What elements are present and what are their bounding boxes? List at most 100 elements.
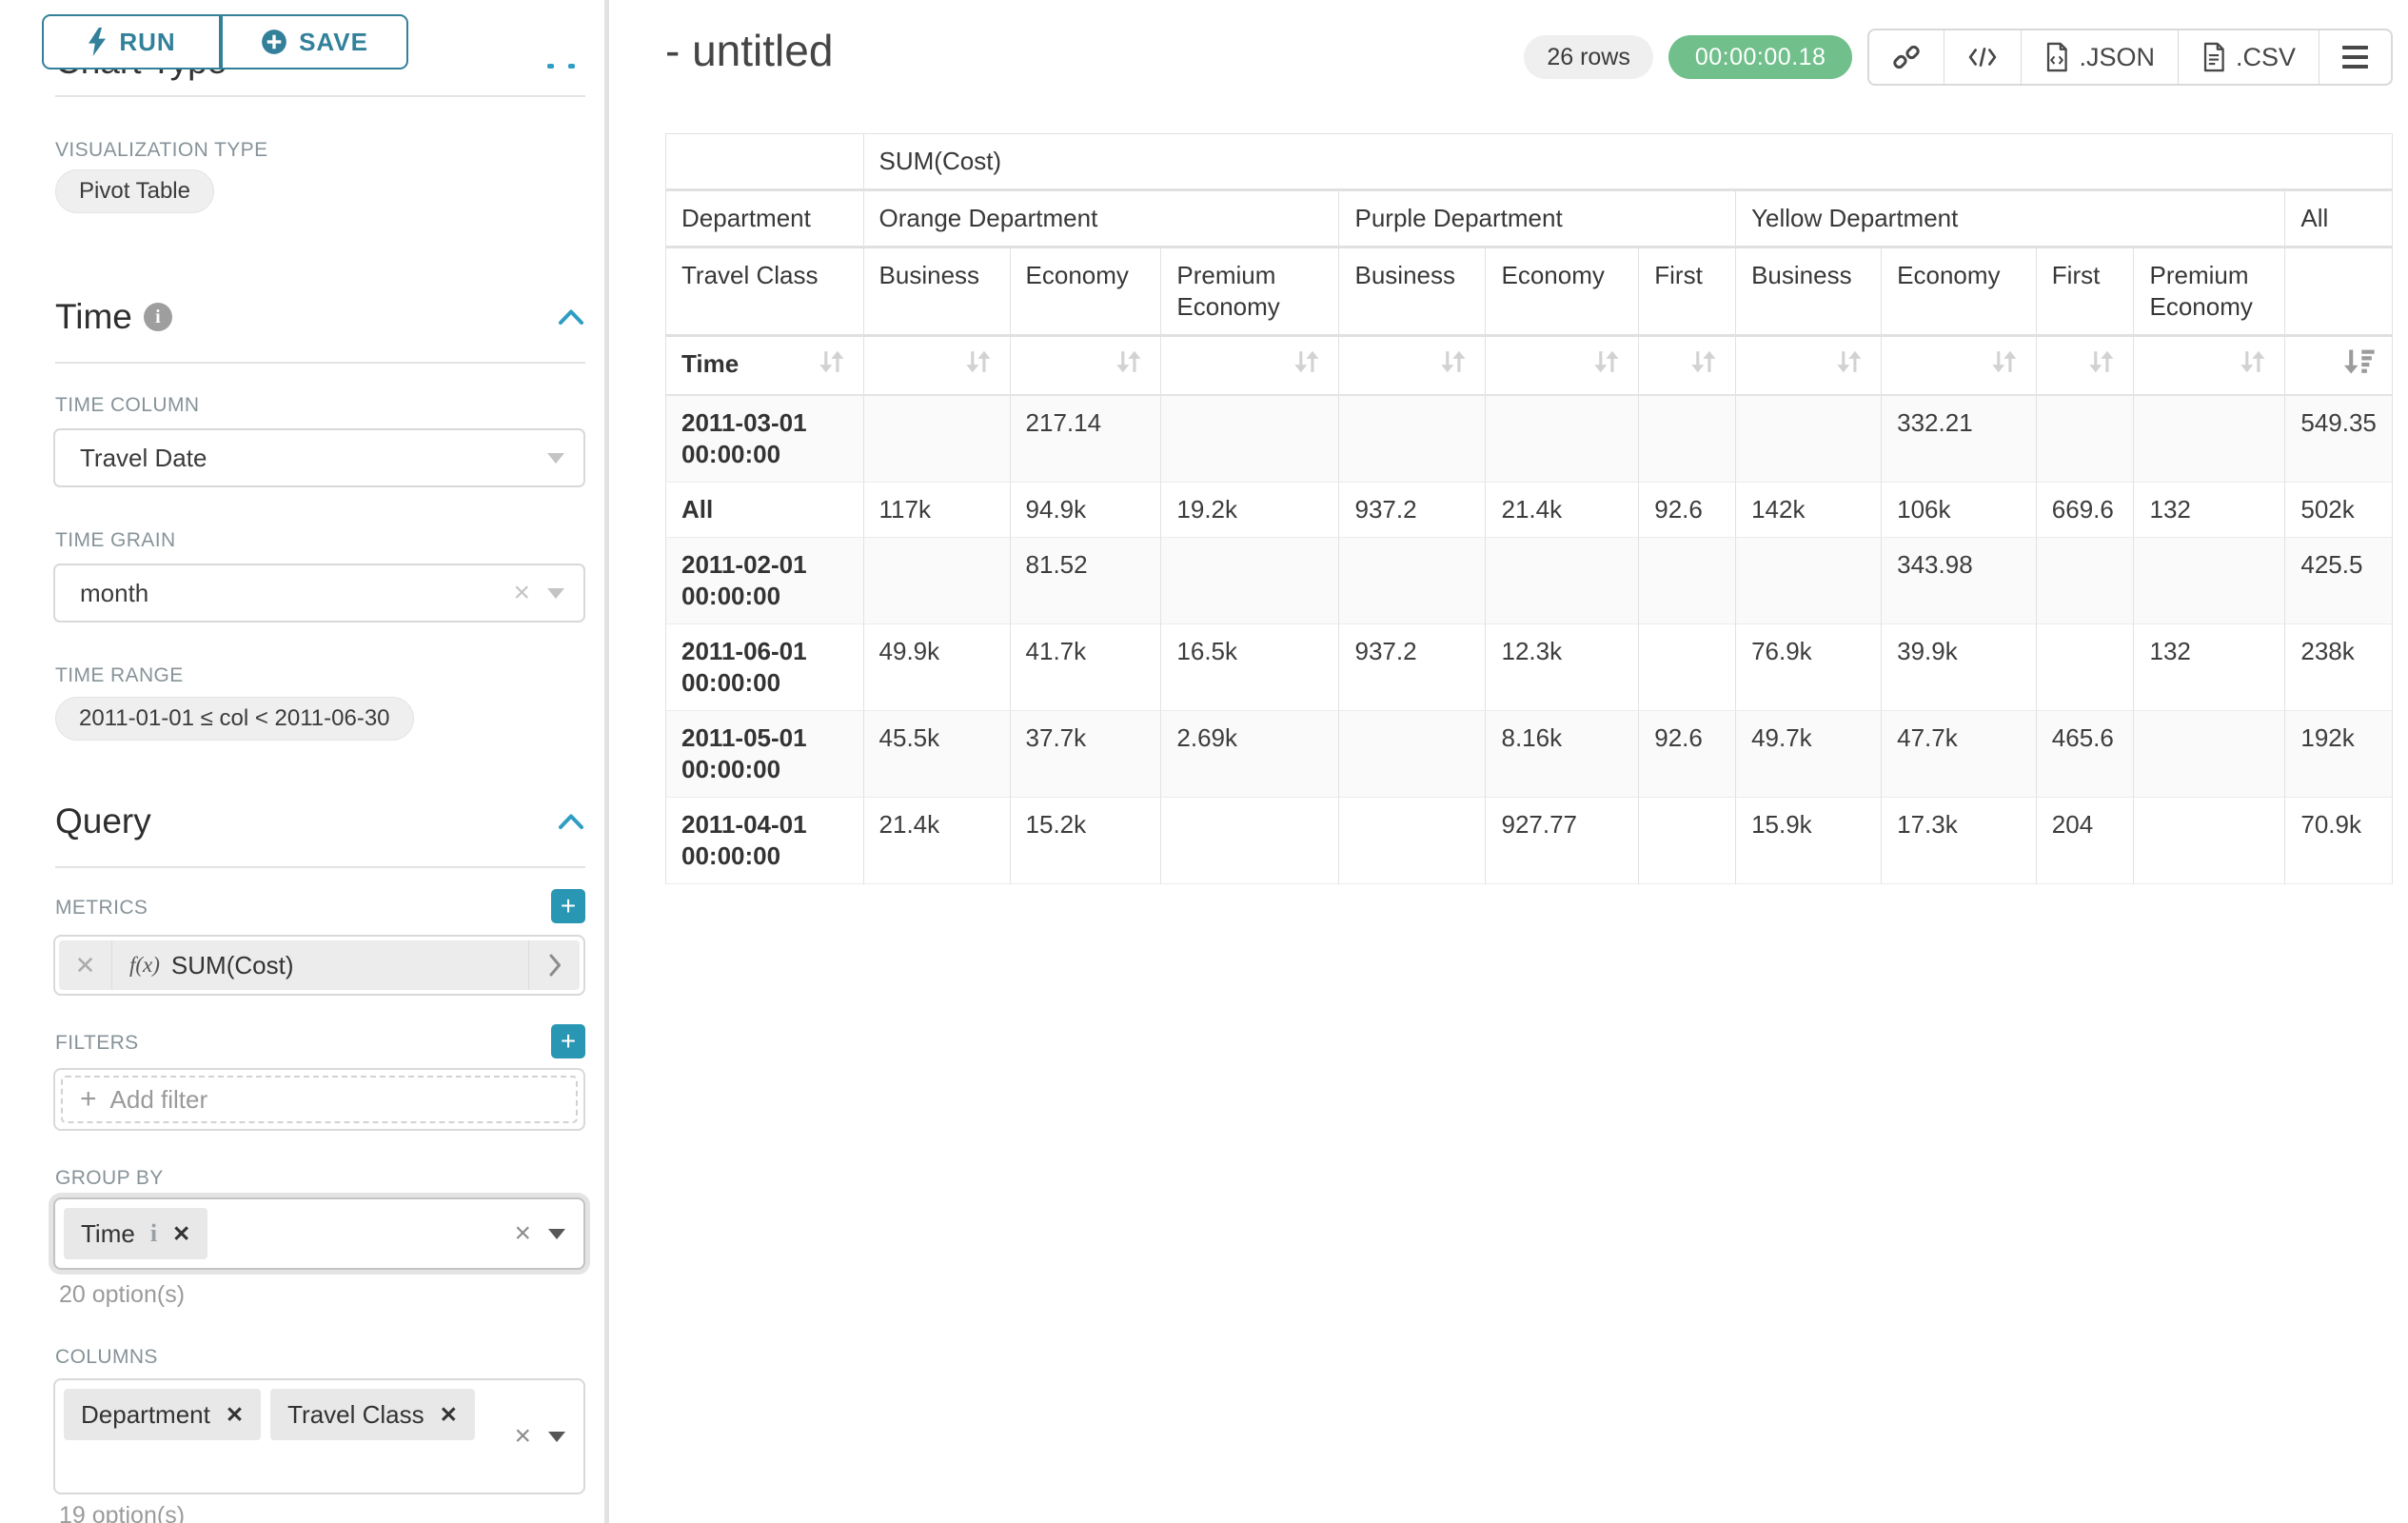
pivot-cell: 94.9k <box>1011 483 1162 538</box>
clear-icon[interactable]: × <box>514 1219 531 1248</box>
lightning-icon <box>87 28 108 56</box>
sort-descending-icon-cell[interactable] <box>2285 337 2393 396</box>
pivot-cell: 37.7k <box>1011 711 1162 798</box>
run-button[interactable]: RUN <box>42 14 221 69</box>
remove-metric-icon[interactable]: ✕ <box>59 940 112 990</box>
chart-title[interactable]: - untitled <box>665 25 833 76</box>
chart-menu-button[interactable] <box>2319 30 2391 84</box>
sort-toggle-icon[interactable] <box>1291 348 1323 383</box>
sort-toggle-icon-cell[interactable] <box>2134 337 2285 396</box>
copy-link-button[interactable] <box>1869 30 1944 84</box>
sort-toggle-icon[interactable] <box>2237 348 2269 383</box>
pivot-row-header: 2011-05-01 00:00:00 <box>666 711 864 798</box>
pivot-cell: 204 <box>2037 798 2135 884</box>
tag-label: Travel Class <box>287 1400 424 1430</box>
pivot-cell <box>1339 798 1486 884</box>
pivot-row: 2011-03-01 00:00:00217.14332.21549.35 <box>666 396 2393 483</box>
pivot-column-dimension-label: Department <box>666 191 864 248</box>
pivot-subcolumn-header <box>2285 248 2393 337</box>
plus-circle-icon <box>261 29 287 55</box>
control-panel-sidebar: Chart Type RUN SAVE VISUALIZATION TYPE P <box>0 0 604 1523</box>
pivot-column-group-header: Purple Department <box>1339 191 1736 248</box>
remove-tag-icon[interactable]: ✕ <box>226 1402 244 1428</box>
viz-type-pill[interactable]: Pivot Table <box>55 169 214 213</box>
divider <box>55 362 585 364</box>
sort-toggle-icon[interactable] <box>1590 348 1623 383</box>
add-metric-button[interactable]: + <box>551 889 585 923</box>
export-csv-button[interactable]: .CSV <box>2178 30 2319 84</box>
sort-toggle-icon[interactable] <box>962 348 995 383</box>
chart-header: - untitled 26 rows 00:00:00.18 <box>665 0 2393 133</box>
expand-metric-icon[interactable] <box>528 940 580 990</box>
pivot-subcolumn-header: Economy <box>1486 248 1639 337</box>
remove-tag-icon[interactable]: ✕ <box>440 1402 458 1428</box>
time-column-select[interactable]: Travel Date <box>53 428 585 487</box>
sort-toggle-icon[interactable] <box>1688 348 1720 383</box>
chevron-down-icon <box>547 453 564 464</box>
sort-toggle-icon-cell[interactable] <box>2037 337 2135 396</box>
save-button[interactable]: SAVE <box>221 14 408 69</box>
pivot-row-header: 2011-02-01 00:00:00 <box>666 538 864 624</box>
pivot-cell: 2.69k <box>1161 711 1339 798</box>
add-filter-dropzone[interactable]: + Add filter <box>61 1076 578 1123</box>
pivot-cell: 16.5k <box>1161 624 1339 711</box>
dimension-tag[interactable]: Department ✕ <box>64 1389 261 1440</box>
pivot-cell: 70.9k <box>2285 798 2393 884</box>
time-grain-select[interactable]: month × <box>53 564 585 623</box>
code-icon <box>1967 44 1998 70</box>
tag-label: Department <box>81 1400 210 1430</box>
chevron-up-icon[interactable] <box>557 307 585 326</box>
add-filter-plus-button[interactable]: + <box>551 1024 585 1058</box>
run-save-button-group: RUN SAVE <box>42 14 408 69</box>
pivot-cell <box>1639 798 1736 884</box>
pivot-cell: 465.6 <box>2037 711 2135 798</box>
export-button-group: .JSON .CSV <box>1867 29 2393 86</box>
clear-icon[interactable]: × <box>513 579 530 607</box>
pivot-cell: 39.9k <box>1882 624 2037 711</box>
columns-select[interactable]: Department ✕ Travel Class ✕ × <box>53 1378 585 1494</box>
embed-code-button[interactable] <box>1944 30 2021 84</box>
sort-toggle-icon-cell[interactable] <box>1339 337 1486 396</box>
hamburger-icon <box>2342 46 2368 69</box>
pivot-subcolumn-header: Business <box>1339 248 1486 337</box>
pivot-cell: 502k <box>2285 483 2393 538</box>
sort-toggle-icon-cell[interactable] <box>1161 337 1339 396</box>
pivot-cell: 425.5 <box>2285 538 2393 624</box>
time-range-pill[interactable]: 2011-01-01 ≤ col < 2011-06-30 <box>55 697 414 741</box>
sort-toggle-icon-cell[interactable] <box>1639 337 1736 396</box>
sort-descending-icon[interactable] <box>2340 348 2377 383</box>
pivot-cell <box>1736 396 1882 483</box>
group-by-select[interactable]: Timei✕ × <box>53 1197 585 1270</box>
pivot-subcolumn-dimension-label: Travel Class <box>666 248 864 337</box>
link-icon <box>1892 43 1921 71</box>
chevron-up-icon[interactable] <box>557 812 585 831</box>
sort-toggle-icon[interactable] <box>1988 348 2021 383</box>
sort-toggle-icon-cell[interactable] <box>864 337 1011 396</box>
pivot-cell: 132 <box>2134 483 2285 538</box>
plus-icon: + <box>80 1085 97 1114</box>
sort-toggle-icon[interactable] <box>1113 348 1145 383</box>
sort-toggle-icon[interactable] <box>816 348 848 383</box>
dimension-tag[interactable]: Travel Class ✕ <box>270 1389 475 1440</box>
export-json-button[interactable]: .JSON <box>2021 30 2178 84</box>
sort-toggle-icon[interactable] <box>2085 348 2118 383</box>
sort-toggle-icon[interactable] <box>1437 348 1470 383</box>
columns-options-hint: 19 option(s) <box>59 1502 185 1523</box>
divider <box>55 95 585 97</box>
pivot-cell: 927.77 <box>1486 798 1639 884</box>
sort-toggle-icon-cell[interactable] <box>1011 337 1162 396</box>
clear-icon[interactable]: × <box>514 1422 531 1451</box>
metric-pill[interactable]: ✕ f(x) SUM(Cost) <box>59 940 580 990</box>
sort-toggle-icon-cell[interactable] <box>1736 337 1882 396</box>
info-icon: i <box>150 1219 157 1248</box>
pivot-cell <box>1486 538 1639 624</box>
time-column-label: TIME COLUMN <box>55 394 199 417</box>
pivot-cell <box>2134 711 2285 798</box>
dimension-tag[interactable]: Timei✕ <box>64 1208 207 1259</box>
remove-tag-icon[interactable]: ✕ <box>172 1221 190 1247</box>
pivot-cell <box>2134 798 2285 884</box>
sort-toggle-icon-cell[interactable] <box>1882 337 2037 396</box>
time-section-header: Time i <box>55 297 585 337</box>
sort-toggle-icon-cell[interactable] <box>1486 337 1639 396</box>
sort-toggle-icon[interactable] <box>1833 348 1865 383</box>
